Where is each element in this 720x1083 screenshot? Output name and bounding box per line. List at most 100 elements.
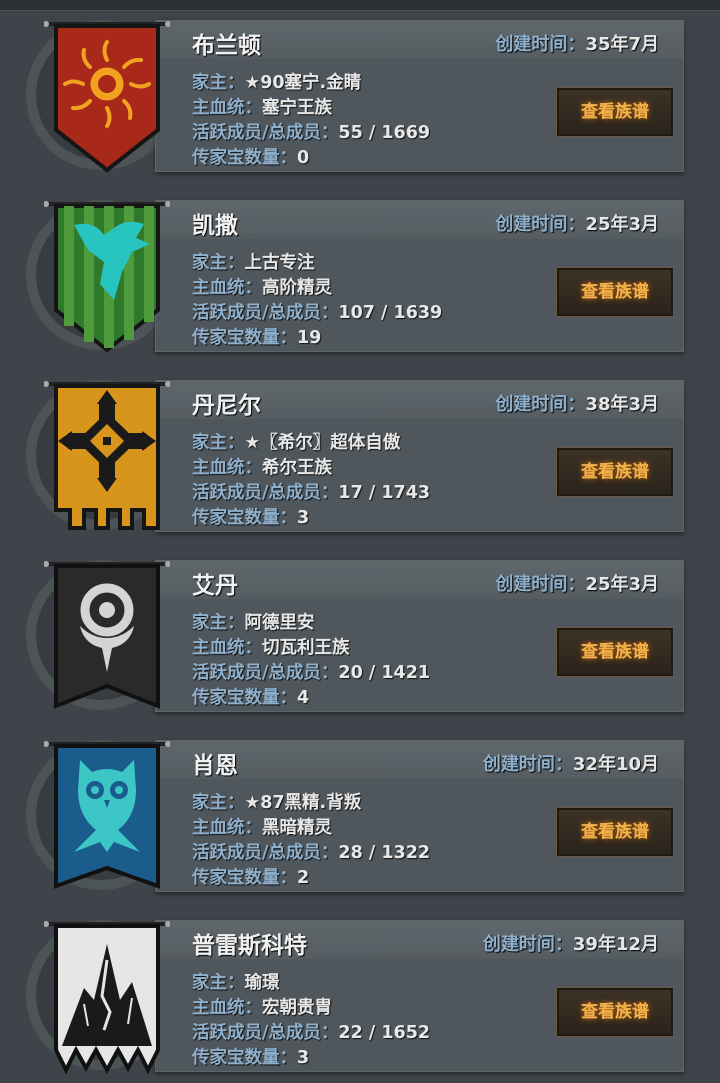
bloodline-line: 主血统：切瓦利王族 [192, 634, 350, 659]
created-label: 创建时间： [495, 394, 586, 415]
bloodline-label: 主血统： [192, 278, 262, 298]
view-family-tree-button[interactable]: 查看族谱 [556, 807, 674, 857]
sun-icon [44, 21, 170, 173]
members-value: 20 / 1421 [338, 663, 431, 683]
members-line: 活跃成员/总成员：107 / 1639 [192, 299, 442, 324]
bloodline-line: 主血统：黑暗精灵 [192, 814, 332, 839]
mountain-icon [44, 921, 170, 1075]
bloodline-line: 主血统：希尔王族 [192, 454, 332, 479]
heirlooms-value: 0 [297, 148, 310, 168]
members-line: 活跃成员/总成员：17 / 1743 [192, 479, 430, 504]
head-value: 瑜璟 [244, 973, 280, 993]
created-value: 32年10月 [572, 754, 659, 775]
members-label: 活跃成员/总成员： [192, 843, 339, 863]
bloodline-label: 主血统： [192, 638, 262, 658]
members-line: 活跃成员/总成员：55 / 1669 [192, 119, 430, 144]
head-value: 阿德里安 [244, 613, 315, 633]
family-name: 凯撒 [192, 213, 238, 239]
created-time: 创建时间：25年3月 [495, 210, 659, 236]
heirlooms-label: 传家宝数量： [192, 328, 297, 348]
heirlooms-line: 传家宝数量：2 [192, 864, 309, 889]
head-line: 家主：阿德里安 [192, 609, 315, 634]
bloodline-line: 主血统：高阶精灵 [192, 274, 332, 299]
heirlooms-label: 传家宝数量： [192, 688, 297, 708]
family-row: 丹尼尔 创建时间：38年3月 家主：★〖希尔〗超体自傲 主血统：希尔王族 活跃成… [0, 360, 720, 540]
members-label: 活跃成员/总成员： [192, 123, 339, 143]
family-card: 艾丹 创建时间：25年3月 家主：阿德里安 主血统：切瓦利王族 活跃成员/总成员… [155, 560, 684, 712]
heirlooms-value: 2 [297, 868, 310, 888]
members-line: 活跃成员/总成员：22 / 1652 [192, 1019, 430, 1044]
family-row: 艾丹 创建时间：25年3月 家主：阿德里安 主血统：切瓦利王族 活跃成员/总成员… [0, 540, 720, 720]
created-time: 创建时间：38年3月 [495, 390, 659, 416]
head-line: 家主：上古专注 [192, 249, 315, 274]
created-label: 创建时间： [495, 574, 586, 595]
head-line: 家主：★〖希尔〗超体自傲 [192, 429, 400, 454]
family-name: 丹尼尔 [192, 393, 261, 419]
head-label: 家主： [192, 793, 245, 813]
head-value: ★〖希尔〗超体自傲 [244, 433, 401, 453]
head-value: 上古专注 [244, 253, 315, 273]
heirlooms-label: 传家宝数量： [192, 1048, 297, 1068]
created-value: 39年12月 [572, 934, 659, 955]
heirlooms-value: 3 [297, 1048, 310, 1068]
heirlooms-line: 传家宝数量：3 [192, 504, 309, 529]
members-value: 107 / 1639 [338, 303, 443, 323]
family-name: 普雷斯科特 [192, 933, 307, 959]
view-family-tree-button[interactable]: 查看族谱 [556, 987, 674, 1037]
family-card: 布兰顿 创建时间：35年7月 家主：★90塞宁.金睛 主血统：塞宁王族 活跃成员… [155, 20, 684, 172]
head-label: 家主： [192, 73, 245, 93]
family-name: 艾丹 [192, 573, 238, 599]
cross-icon [44, 381, 170, 530]
created-label: 创建时间： [495, 214, 586, 235]
bloodline-line: 主血统：塞宁王族 [192, 94, 332, 119]
heirlooms-label: 传家宝数量： [192, 868, 297, 888]
bloodline-value: 切瓦利王族 [262, 638, 350, 658]
view-family-tree-button[interactable]: 查看族谱 [556, 447, 674, 497]
bloodline-value: 塞宁王族 [262, 98, 332, 118]
head-value: ★87黑精.背叛 [244, 793, 362, 813]
family-card: 凯撒 创建时间：25年3月 家主：上古专注 主血统：高阶精灵 活跃成员/总成员：… [155, 200, 684, 352]
members-label: 活跃成员/总成员： [192, 303, 339, 323]
view-family-tree-button[interactable]: 查看族谱 [556, 267, 674, 317]
heirlooms-line: 传家宝数量：0 [192, 144, 309, 169]
members-line: 活跃成员/总成员：28 / 1322 [192, 839, 430, 864]
view-family-tree-button[interactable]: 查看族谱 [556, 627, 674, 677]
family-card: 普雷斯科特 创建时间：39年12月 家主：瑜璟 主血统：宏朝贵胄 活跃成员/总成… [155, 920, 684, 1072]
heirlooms-line: 传家宝数量：3 [192, 1044, 309, 1069]
ring-sigil-icon [44, 561, 170, 709]
created-time: 创建时间：35年7月 [495, 30, 659, 56]
members-value: 28 / 1322 [338, 843, 431, 863]
heirlooms-value: 4 [297, 688, 310, 708]
created-label: 创建时间： [482, 754, 573, 775]
bloodline-line: 主血统：宏朝贵胄 [192, 994, 332, 1019]
heirlooms-label: 传家宝数量： [192, 148, 297, 168]
head-label: 家主： [192, 253, 245, 273]
bloodline-label: 主血统： [192, 98, 262, 118]
created-time: 创建时间：25年3月 [495, 570, 659, 596]
head-line: 家主：★90塞宁.金睛 [192, 69, 361, 94]
family-row: 布兰顿 创建时间：35年7月 家主：★90塞宁.金睛 主血统：塞宁王族 活跃成员… [0, 0, 720, 180]
members-label: 活跃成员/总成员： [192, 483, 339, 503]
family-card: 肖恩 创建时间：32年10月 家主：★87黑精.背叛 主血统：黑暗精灵 活跃成员… [155, 740, 684, 892]
created-value: 35年7月 [585, 34, 659, 55]
bloodline-value: 希尔王族 [262, 458, 332, 478]
head-label: 家主： [192, 613, 245, 633]
members-line: 活跃成员/总成员：20 / 1421 [192, 659, 430, 684]
head-label: 家主： [192, 973, 245, 993]
view-family-tree-button[interactable]: 查看族谱 [556, 87, 674, 137]
head-value: ★90塞宁.金睛 [244, 73, 362, 93]
bloodline-label: 主血统： [192, 458, 262, 478]
members-value: 22 / 1652 [338, 1023, 431, 1043]
members-value: 55 / 1669 [338, 123, 431, 143]
created-time: 创建时间：32年10月 [483, 750, 659, 776]
bloodline-value: 宏朝贵胄 [262, 998, 332, 1018]
created-value: 25年3月 [585, 214, 659, 235]
family-row: 普雷斯科特 创建时间：39年12月 家主：瑜璟 主血统：宏朝贵胄 活跃成员/总成… [0, 900, 720, 1080]
family-row: 凯撒 创建时间：25年3月 家主：上古专注 主血统：高阶精灵 活跃成员/总成员：… [0, 180, 720, 360]
owl-icon [44, 741, 170, 889]
heirlooms-line: 传家宝数量：19 [192, 324, 321, 349]
created-time: 创建时间：39年12月 [483, 930, 659, 956]
bloodline-value: 高阶精灵 [262, 278, 332, 298]
heirlooms-label: 传家宝数量： [192, 508, 297, 528]
members-label: 活跃成员/总成员： [192, 663, 339, 683]
